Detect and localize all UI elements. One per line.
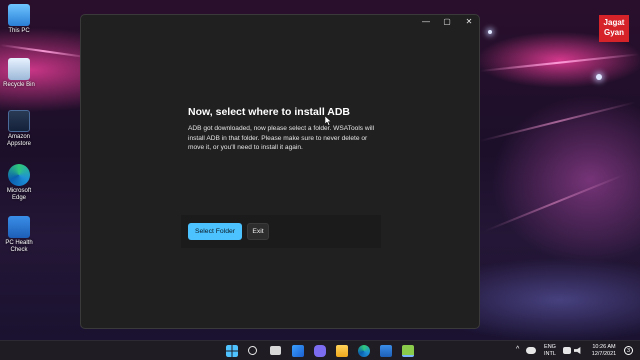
clock[interactable]: 10:26 AM 12/7/2021 <box>588 344 620 357</box>
volume-icon[interactable] <box>574 347 581 354</box>
language-code: ENG <box>544 344 556 350</box>
wsatools-icon[interactable] <box>402 345 414 357</box>
network-icon[interactable] <box>563 347 571 354</box>
wsatools-window: — ▢ ✕ Now, select where to install ADB A… <box>80 14 480 329</box>
wallpaper-light <box>488 30 492 34</box>
amazon-appstore-icon <box>8 110 30 132</box>
task-view-icon[interactable] <box>270 346 281 355</box>
desktop-icon-label: Recycle Bin <box>3 82 35 88</box>
file-explorer-icon[interactable] <box>336 345 348 357</box>
clock-date: 12/7/2021 <box>591 350 617 357</box>
clock-time: 10:26 AM <box>592 344 616 350</box>
minimize-button[interactable]: — <box>415 15 437 29</box>
store-icon[interactable] <box>380 345 392 357</box>
chat-icon[interactable] <box>314 345 326 357</box>
search-icon[interactable] <box>248 346 257 355</box>
desktop-icon-amazon-appstore[interactable]: Amazon Appstore <box>2 110 36 148</box>
desktop-icon-label: This PC <box>8 28 30 34</box>
exit-button[interactable]: Exit <box>247 223 269 240</box>
wallpaper-light <box>596 74 602 80</box>
desktop-icon-pc-health-check[interactable]: PC Health Check <box>2 216 36 254</box>
wallpaper-light-streak <box>479 53 640 72</box>
show-hidden-icons-chevron[interactable]: ^ <box>516 346 519 354</box>
dialog-button-bar: Select Folder Exit <box>181 215 381 248</box>
wallpaper-light-streak <box>484 173 625 232</box>
edge-icon[interactable] <box>358 345 370 357</box>
desktop-icon-label: PC Health Check <box>5 240 33 253</box>
notification-badge[interactable]: 3 <box>624 346 633 355</box>
mouse-cursor-icon <box>325 116 332 126</box>
this-pc-icon <box>8 4 30 26</box>
maximize-button[interactable]: ▢ <box>436 15 458 29</box>
window-titlebar[interactable]: — ▢ ✕ <box>81 15 479 29</box>
channel-watermark-logo: Jagat Gyan <box>599 15 629 42</box>
recycle-bin-icon <box>8 58 30 80</box>
onedrive-cloud-icon[interactable] <box>526 347 536 354</box>
windows-start-icon[interactable] <box>226 345 238 357</box>
keyboard-layout: INTL <box>544 350 556 357</box>
desktop-icon-label: Amazon Appstore <box>6 134 31 147</box>
close-button[interactable]: ✕ <box>458 15 479 29</box>
edge-icon <box>8 164 30 186</box>
taskbar: ^ ENG INTL 10:26 AM 12/7/2021 3 <box>0 340 640 360</box>
dialog-heading: Now, select where to install ADB <box>188 106 351 118</box>
dialog-body-text: ADB got downloaded, now please select a … <box>188 125 375 151</box>
pc-health-check-icon <box>8 216 30 238</box>
desktop-icon-label: Microsoft Edge <box>6 188 32 201</box>
language-indicator[interactable]: ENG INTL <box>542 344 558 357</box>
widgets-icon[interactable] <box>292 345 304 357</box>
wallpaper-light-streak <box>0 44 90 59</box>
desktop-icon-edge[interactable]: Microsoft Edge <box>2 164 36 202</box>
desktop-icon-recycle-bin[interactable]: Recycle Bin <box>2 58 36 89</box>
desktop-icon-this-pc[interactable]: This PC <box>2 4 36 35</box>
wallpaper-light-streak <box>479 101 636 142</box>
select-folder-button[interactable]: Select Folder <box>188 223 242 240</box>
